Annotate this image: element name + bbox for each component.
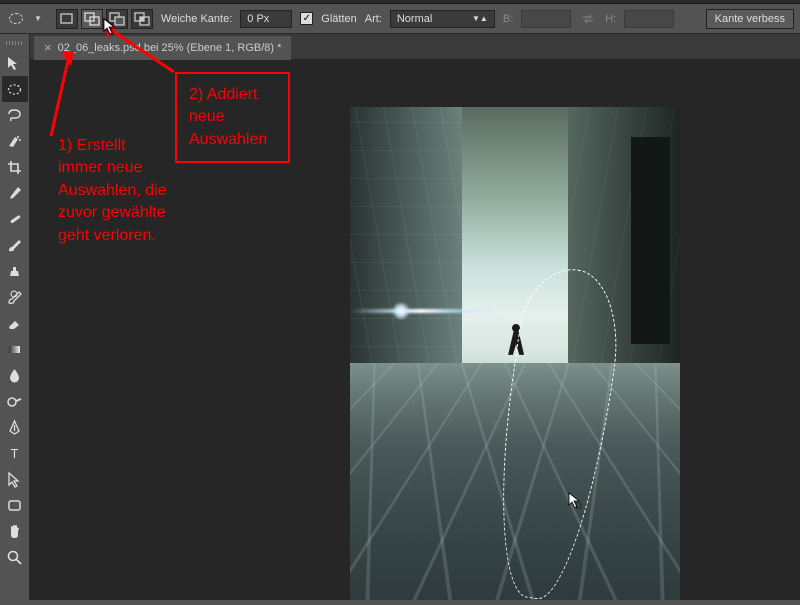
dropdown-caret-icon[interactable]: ▼	[34, 14, 42, 23]
eraser-tool[interactable]	[2, 310, 28, 336]
gradient-tool[interactable]	[2, 336, 28, 362]
hand-tool[interactable]	[2, 518, 28, 544]
quick-selection-tool[interactable]	[2, 128, 28, 154]
crop-tool[interactable]	[2, 154, 28, 180]
annotation-arrow-2-icon	[100, 22, 185, 82]
style-label: Art:	[365, 13, 382, 25]
tools-panel: T	[0, 34, 30, 600]
zoom-tool[interactable]	[2, 544, 28, 570]
height-label: H:	[605, 13, 616, 25]
lasso-tool[interactable]	[2, 102, 28, 128]
ellipse-marquee-indicator-icon	[6, 9, 26, 29]
history-brush-tool[interactable]	[2, 284, 28, 310]
clone-stamp-tool[interactable]	[2, 258, 28, 284]
path-selection-tool[interactable]	[2, 466, 28, 492]
pen-tool[interactable]	[2, 414, 28, 440]
healing-brush-tool[interactable]	[2, 206, 28, 232]
type-tool[interactable]: T	[2, 440, 28, 466]
annotation-1: 1) Erstellt immer neue Auswahlen, die zu…	[58, 135, 168, 247]
swap-dimensions-icon	[579, 11, 597, 27]
refine-edge-button[interactable]: Kante verbess	[706, 9, 794, 29]
move-tool[interactable]	[2, 50, 28, 76]
width-input	[521, 10, 571, 28]
feather-input[interactable]	[240, 10, 292, 28]
svg-text:T: T	[11, 446, 19, 461]
dropdown-caret-icon: ▼▲	[472, 14, 488, 23]
shape-tool[interactable]	[2, 492, 28, 518]
width-label: B:	[503, 13, 513, 25]
marquee-tool[interactable]	[2, 76, 28, 102]
height-input	[624, 10, 674, 28]
annotation-arrow-1-icon	[39, 44, 79, 144]
selection-new-button[interactable]	[56, 9, 78, 29]
document-canvas[interactable]	[350, 107, 680, 600]
antialias-label: Glätten	[321, 13, 356, 25]
annotation-2: 2) Addiert neue Auswahlen	[175, 72, 290, 163]
tools-handle-icon[interactable]	[1, 38, 29, 48]
blur-tool[interactable]	[2, 362, 28, 388]
brush-tool[interactable]	[2, 232, 28, 258]
style-dropdown[interactable]: Normal ▼▲	[390, 10, 495, 28]
style-value: Normal	[397, 13, 432, 25]
dodge-tool[interactable]	[2, 388, 28, 414]
antialias-checkbox[interactable]: ✓	[300, 12, 313, 25]
eyedropper-tool[interactable]	[2, 180, 28, 206]
